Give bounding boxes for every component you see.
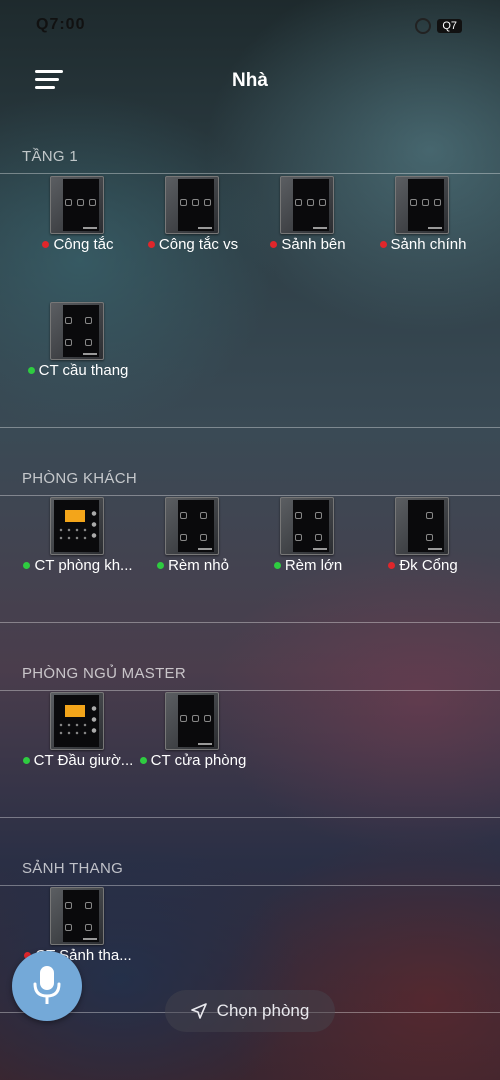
choose-room-label: Chọn phòng xyxy=(216,1001,310,1020)
device-thumbnail xyxy=(165,692,219,750)
device-name: Rèm lớn xyxy=(284,557,343,574)
device-label: CT cầu thang xyxy=(18,362,138,379)
battery-icon: Q7 xyxy=(437,19,462,33)
device-name: Sảnh bên xyxy=(281,236,346,253)
device-label: Rèm lớn xyxy=(248,557,368,574)
device-name: Công tắc vs xyxy=(158,236,239,253)
device-tile[interactable]: Rèm lớn xyxy=(248,497,368,597)
section-title: TẦNG 1 xyxy=(22,148,78,165)
status-time: Q7:00 xyxy=(36,16,86,33)
device-tile[interactable]: CT Đầu giườ... xyxy=(18,692,138,792)
status-dot-icon xyxy=(42,241,50,248)
device-tile[interactable]: Đk Cổng xyxy=(363,497,483,597)
signal-icon xyxy=(415,18,432,34)
status-dot-icon xyxy=(388,562,396,569)
section-title: PHÒNG NGỦ MASTER xyxy=(22,665,186,682)
device-tile[interactable]: CT phòng kh... xyxy=(18,497,138,597)
mic-icon xyxy=(33,966,61,1004)
device-tile[interactable]: Sảnh bên xyxy=(248,176,368,276)
device-thumbnail xyxy=(165,176,219,234)
device-name: CT Đầu giườ... xyxy=(33,752,134,769)
status-icons: Q7 xyxy=(415,18,462,34)
device-name: Sảnh chính xyxy=(390,236,467,253)
device-label: Đk Cổng xyxy=(363,557,483,574)
status-dot-icon xyxy=(139,757,147,764)
location-arrow-icon xyxy=(190,1003,207,1019)
section-divider xyxy=(0,173,500,174)
status-dot-icon xyxy=(379,241,387,248)
choose-room-button[interactable]: Chọn phòng xyxy=(165,990,335,1032)
device-label: Công tắc xyxy=(18,236,138,253)
device-tile[interactable]: Công tắc xyxy=(18,176,138,276)
voice-button[interactable] xyxy=(12,951,82,1021)
device-thumbnail xyxy=(280,497,334,555)
status-dot-icon xyxy=(147,241,155,248)
device-thumbnail xyxy=(50,302,104,360)
device-label: CT cửa phòng xyxy=(133,752,253,769)
status-dot-icon xyxy=(27,367,35,374)
device-thumbnail xyxy=(165,497,219,555)
device-label: Công tắc vs xyxy=(133,236,253,253)
section-divider xyxy=(0,885,500,886)
device-thumbnail xyxy=(50,176,104,234)
section-divider xyxy=(0,427,500,428)
status-dot-icon xyxy=(22,757,30,764)
device-name: Rèm nhỏ xyxy=(168,557,229,574)
status-dot-icon xyxy=(273,562,281,569)
device-tile[interactable]: CT cầu thang xyxy=(18,302,138,402)
device-name: Đk Cổng xyxy=(399,557,458,574)
device-label: Rèm nhỏ xyxy=(133,557,253,574)
device-name: CT cửa phòng xyxy=(150,752,247,769)
device-name: CT phòng kh... xyxy=(34,557,133,574)
section-divider xyxy=(0,495,500,496)
device-tile[interactable]: Rèm nhỏ xyxy=(133,497,253,597)
device-tile[interactable]: Công tắc vs xyxy=(133,176,253,276)
device-thumbnail xyxy=(280,176,334,234)
section-divider xyxy=(0,622,500,623)
device-thumbnail xyxy=(395,176,449,234)
device-thumbnail xyxy=(50,692,104,750)
device-thumbnail xyxy=(50,887,104,945)
section-divider xyxy=(0,817,500,818)
status-dot-icon xyxy=(270,241,278,248)
device-thumbnail xyxy=(395,497,449,555)
status-dot-icon xyxy=(23,562,31,569)
device-tile[interactable]: Sảnh chính xyxy=(363,176,483,276)
device-tile[interactable]: CT cửa phòng xyxy=(133,692,253,792)
section-title: SẢNH THANG xyxy=(22,860,124,877)
device-label: Sảnh chính xyxy=(363,236,483,253)
section-divider xyxy=(0,690,500,691)
device-name: Công tắc xyxy=(53,236,114,253)
section-title: PHÒNG KHÁCH xyxy=(22,470,137,487)
device-name: CT cầu thang xyxy=(38,362,129,379)
page-title: Nhà xyxy=(232,70,268,91)
status-dot-icon xyxy=(157,562,165,569)
device-label: Sảnh bên xyxy=(248,236,368,253)
device-thumbnail xyxy=(50,497,104,555)
device-label: CT phòng kh... xyxy=(18,557,138,574)
device-label: CT Đầu giườ... xyxy=(18,752,138,769)
